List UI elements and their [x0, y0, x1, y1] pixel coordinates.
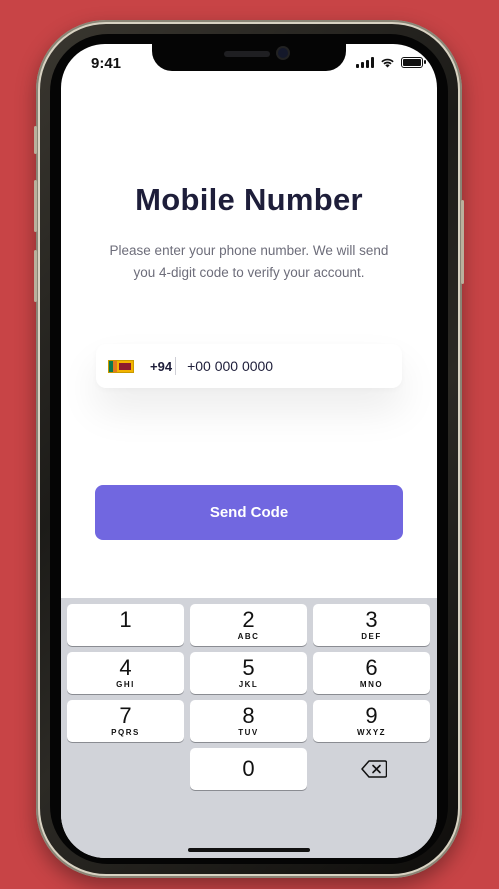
key-letters: ABC	[237, 632, 260, 641]
sri-lanka-flag-icon[interactable]	[108, 359, 134, 373]
key-letters: MNO	[359, 680, 384, 689]
key-digit: 2	[242, 607, 255, 632]
status-icons	[356, 57, 426, 68]
numeric-keypad: 1 2 ABC 3 DEF 4 GHI 5 JKL 6 MNO 7 PQRS 8…	[61, 598, 437, 858]
wifi-icon	[381, 58, 394, 68]
key-9[interactable]: 9 WXYZ	[313, 700, 430, 742]
key-6[interactable]: 6 MNO	[313, 652, 430, 694]
key-letters: JKL	[238, 680, 259, 689]
key-0[interactable]: 0	[190, 748, 307, 790]
mute-switch	[34, 126, 37, 154]
key-7[interactable]: 7 PQRS	[67, 700, 184, 742]
key-digit: 9	[365, 703, 378, 728]
key-digit: 3	[365, 607, 378, 632]
phone-number-input[interactable]: +00 000 0000	[187, 358, 273, 374]
phone-screen: 9:41 Mobile Number Please enter your pho…	[61, 44, 437, 858]
key-8[interactable]: 8 TUV	[190, 700, 307, 742]
key-2[interactable]: 2 ABC	[190, 604, 307, 646]
page-title: Mobile Number	[135, 182, 363, 217]
front-camera	[278, 48, 288, 58]
key-digit: 5	[242, 655, 255, 680]
volume-up-button	[34, 180, 37, 232]
cellular-signal-icon	[356, 57, 374, 68]
status-time: 9:41	[91, 55, 122, 72]
key-letters: DEF	[361, 632, 382, 641]
send-code-button[interactable]: Send Code	[95, 485, 403, 540]
key-digit: 7	[119, 703, 132, 728]
field-divider	[175, 357, 177, 375]
volume-down-button	[34, 250, 37, 302]
backspace-icon[interactable]	[361, 760, 387, 778]
key-4[interactable]: 4 GHI	[67, 652, 184, 694]
battery-icon	[401, 57, 426, 68]
key-letters: PQRS	[111, 728, 140, 737]
key-digit: 6	[365, 655, 378, 680]
key-letters: GHI	[116, 680, 135, 689]
key-letters: WXYZ	[356, 728, 387, 737]
key-letters: TUV	[238, 728, 259, 737]
country-code[interactable]: +94	[150, 359, 172, 374]
key-5[interactable]: 5 JKL	[190, 652, 307, 694]
notch	[152, 44, 346, 71]
phone-number-field[interactable]: +94 +00 000 0000	[96, 344, 402, 388]
key-digit: 1	[119, 607, 132, 632]
power-button	[461, 200, 464, 284]
home-indicator[interactable]	[188, 848, 310, 852]
speaker	[224, 51, 270, 57]
key-digit: 4	[119, 655, 132, 680]
key-3[interactable]: 3 DEF	[313, 604, 430, 646]
key-1[interactable]: 1	[67, 604, 184, 646]
key-digit: 0	[242, 756, 255, 781]
page-subtitle: Please enter your phone number. We will …	[109, 243, 389, 280]
key-digit: 8	[242, 703, 255, 728]
